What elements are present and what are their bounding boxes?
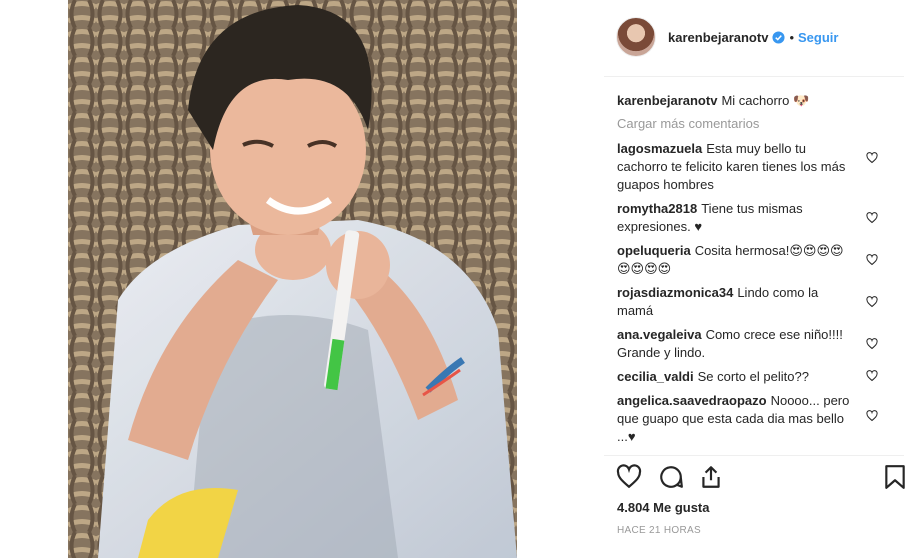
share-icon[interactable] [698, 464, 724, 490]
caption-username[interactable]: karenbejaranotv [617, 93, 717, 108]
comment-username[interactable]: rojasdiazmonica34 [617, 285, 733, 300]
comment-text: Se corto el pelito?? [697, 369, 809, 384]
comment-item: opeluqueria Cosita hermosa!😍😍😍😍😍😍😍😍 [617, 242, 892, 278]
heart-icon[interactable] [866, 254, 878, 266]
header-divider [604, 76, 904, 77]
comment-username[interactable]: romytha2818 [617, 201, 697, 216]
post-photo[interactable] [68, 0, 517, 558]
verified-badge-icon [772, 30, 785, 44]
post-timestamp[interactable]: HACE 21 HORAS [617, 525, 701, 536]
load-more-comments[interactable]: Cargar más comentarios [617, 116, 759, 131]
caption-text: Mi cachorro 🐶 [721, 93, 810, 108]
comment-item: romytha2818 Tiene tus mismas expresiones.… [617, 200, 892, 236]
comment-username[interactable]: angelica.saavedraopazo [617, 393, 767, 408]
comment-item: rojasdiazmonica34 Lindo como la mamá [617, 284, 892, 320]
heart-icon[interactable] [866, 152, 878, 164]
heart-icon[interactable] [866, 212, 878, 224]
likes-count[interactable]: 4.804 Me gusta [617, 500, 710, 515]
header-username[interactable]: karenbejaranotv [668, 30, 768, 45]
avatar[interactable] [616, 17, 656, 57]
post-side-panel: karenbejaranotv • Seguir karenbejaranotv… [604, 0, 908, 558]
comment-username[interactable]: lagosmazuela [617, 141, 702, 156]
actions-divider [604, 455, 904, 456]
boy-eating-photo [68, 0, 517, 558]
post-header: karenbejaranotv • Seguir [616, 16, 906, 58]
heart-icon[interactable] [866, 370, 878, 382]
heart-icon[interactable] [866, 338, 878, 350]
heart-icon[interactable] [866, 296, 878, 308]
comment-username[interactable]: opeluqueria [617, 243, 691, 258]
separator-dot: • [789, 29, 794, 45]
heart-icon[interactable] [616, 464, 642, 490]
comment-icon[interactable] [658, 464, 684, 490]
heart-icon[interactable] [866, 410, 878, 422]
post-caption: karenbejaranotv Mi cachorro 🐶 [617, 92, 887, 110]
comment-item: angelica.saavedraopazo Noooo... pero que … [617, 392, 892, 446]
bookmark-icon[interactable] [884, 464, 906, 490]
comment-username[interactable]: cecilia_valdi [617, 369, 694, 384]
action-bar [616, 464, 906, 494]
comment-item: cecilia_valdi Se corto el pelito?? [617, 368, 892, 386]
comment-item: ana.vegaleiva Como crece ese niño!!!! Gra… [617, 326, 892, 362]
follow-button[interactable]: Seguir [798, 30, 838, 45]
comment-item: lagosmazuela Esta muy bello tu cachorro t… [617, 140, 892, 194]
comment-username[interactable]: ana.vegaleiva [617, 327, 702, 342]
